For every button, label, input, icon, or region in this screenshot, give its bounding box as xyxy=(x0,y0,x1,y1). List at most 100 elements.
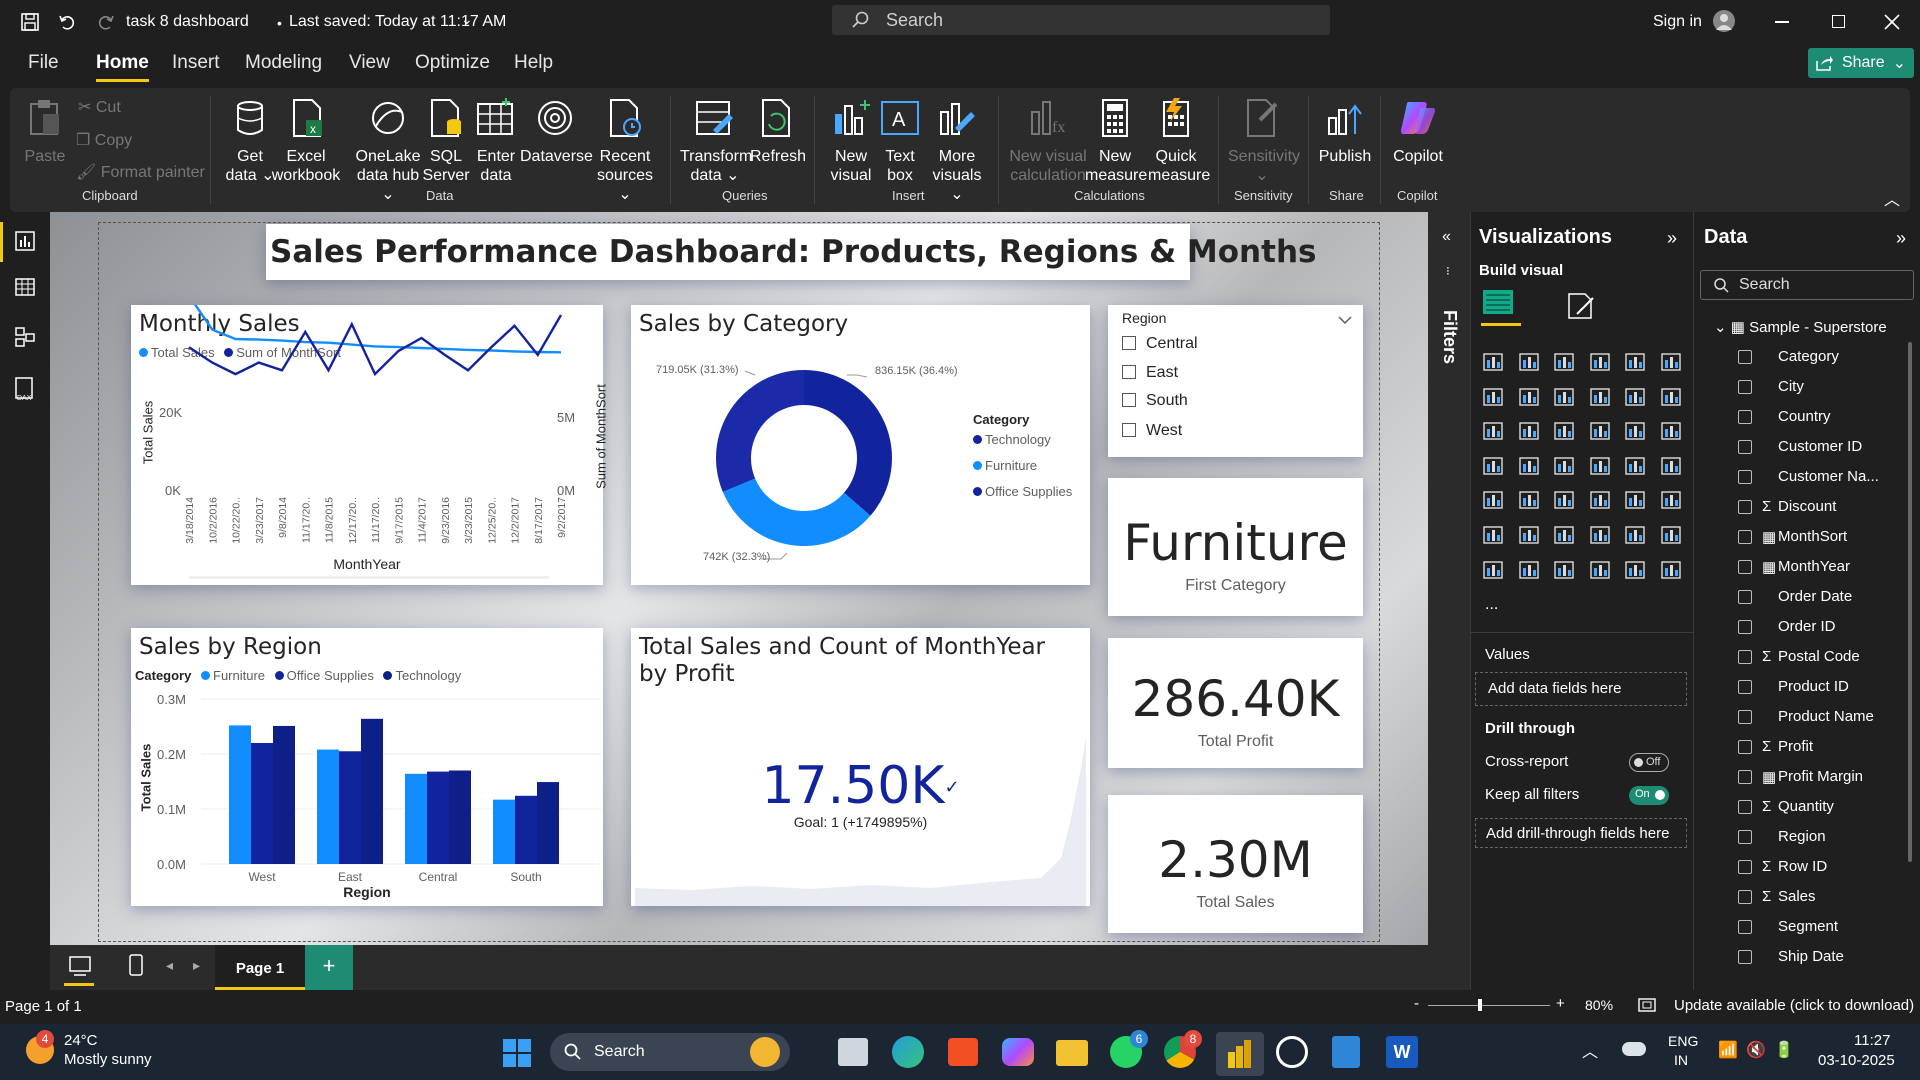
scatter-chart-icon[interactable] xyxy=(1588,419,1612,443)
word-icon[interactable]: W xyxy=(1386,1036,1418,1068)
map-icon[interactable] xyxy=(1517,454,1541,478)
minimize-icon[interactable] xyxy=(1775,21,1789,23)
zoom-slider-track[interactable] xyxy=(1428,1005,1550,1006)
dataverse-button[interactable]: Dataverse xyxy=(520,98,593,166)
azure-map-icon[interactable] xyxy=(1588,454,1612,478)
more-visuals-button[interactable]: More visuals ⌄ xyxy=(926,98,988,204)
checkbox[interactable] xyxy=(1738,680,1752,694)
field-item[interactable]: Σ Row ID xyxy=(1738,858,1908,880)
edge-icon[interactable] xyxy=(892,1036,924,1068)
checkbox[interactable] xyxy=(1122,336,1136,350)
slicer-option[interactable]: Central xyxy=(1122,335,1198,353)
menu-insert[interactable]: Insert xyxy=(172,52,220,74)
file-explorer-icon[interactable] xyxy=(1056,1040,1088,1066)
checkbox[interactable] xyxy=(1738,410,1752,424)
field-item[interactable]: Order ID xyxy=(1738,618,1908,640)
multi-row-card-icon[interactable] xyxy=(1481,488,1505,512)
field-item[interactable]: Customer Na... xyxy=(1738,468,1908,490)
checkbox[interactable] xyxy=(1738,620,1752,634)
format-visual-icon[interactable] xyxy=(1565,290,1597,322)
monthly-sales-visual[interactable]: Monthly Sales Total Sales Sum of MonthSo… xyxy=(131,305,609,585)
fabric-icon[interactable] xyxy=(1623,558,1647,582)
field-item[interactable]: Segment xyxy=(1738,918,1908,940)
filled-map-icon[interactable] xyxy=(1552,454,1576,478)
transform-data-button[interactable]: Transform data ⌄ xyxy=(680,98,752,185)
menu-modeling[interactable]: Modeling xyxy=(245,52,322,74)
checkbox[interactable] xyxy=(1738,530,1752,544)
field-item[interactable]: Customer ID xyxy=(1738,438,1908,460)
clustered-column-chart-icon[interactable] xyxy=(1588,350,1612,374)
save-icon[interactable] xyxy=(18,10,42,34)
decomposition-tree-icon[interactable] xyxy=(1552,523,1576,547)
checkbox[interactable] xyxy=(1738,770,1752,784)
collapse-ribbon-icon[interactable]: ︿ xyxy=(1884,186,1900,210)
cut-button[interactable]: ✂ Cut xyxy=(78,98,121,117)
power-bi-taskbar-item[interactable] xyxy=(1216,1032,1264,1076)
share-button[interactable]: Share ⌄ xyxy=(1808,48,1914,78)
100-area-chart-icon[interactable] xyxy=(1588,385,1612,409)
wifi-icon[interactable]: 📶 xyxy=(1718,1040,1738,1060)
power-automate-icon[interactable] xyxy=(1552,558,1576,582)
field-item[interactable]: Σ Discount xyxy=(1738,498,1908,520)
language-code[interactable]: ENG xyxy=(1668,1033,1698,1049)
scroll-right-icon[interactable]: ▸ xyxy=(193,957,200,974)
checkbox[interactable] xyxy=(1122,423,1136,437)
redo-icon[interactable] xyxy=(94,10,118,34)
kpi-icon[interactable] xyxy=(1517,488,1541,512)
values-drop-zone[interactable]: Add data fields here xyxy=(1475,672,1687,706)
kpi-visual[interactable]: Total Sales and Count of MonthYear by Pr… xyxy=(631,628,1090,906)
total-profit-card[interactable]: 286.40K Total Profit xyxy=(1108,638,1363,768)
format-painter-button[interactable]: 🖌 Format painter xyxy=(76,163,205,182)
checkbox[interactable] xyxy=(1738,380,1752,394)
area-chart-icon[interactable] xyxy=(1517,385,1541,409)
waterfall-chart-icon[interactable] xyxy=(1517,419,1541,443)
report-view-icon[interactable] xyxy=(14,230,36,252)
field-item[interactable]: ▦ MonthSort xyxy=(1738,528,1908,550)
narrative-icon[interactable] xyxy=(1623,523,1647,547)
battery-icon[interactable]: 🔋 xyxy=(1774,1040,1794,1060)
arcgis-icon[interactable] xyxy=(1588,558,1612,582)
paste-button[interactable]: Paste xyxy=(20,98,70,166)
ribbon-chart-icon[interactable] xyxy=(1481,419,1505,443)
filters-label[interactable]: Filters xyxy=(1439,310,1460,364)
checkbox[interactable] xyxy=(1738,470,1752,484)
pie-chart-icon[interactable] xyxy=(1623,419,1647,443)
expand-icon[interactable]: » xyxy=(1896,228,1906,249)
model-view-icon[interactable] xyxy=(14,326,36,348)
field-item[interactable]: Order Date xyxy=(1738,588,1908,610)
checkbox[interactable] xyxy=(1738,710,1752,724)
paginated-report-icon[interactable] xyxy=(1481,558,1505,582)
checkbox[interactable] xyxy=(1738,650,1752,664)
more-options-icon[interactable]: ⁝ xyxy=(1446,264,1450,278)
microsoft-store-icon[interactable] xyxy=(948,1038,978,1066)
scrollbar[interactable] xyxy=(1908,342,1912,862)
quick-measure-button[interactable]: Quick measure xyxy=(1148,98,1210,185)
donut-chart-icon[interactable] xyxy=(1659,419,1683,443)
zoom-out-icon[interactable]: - xyxy=(1414,995,1419,1012)
treemap-icon[interactable] xyxy=(1481,454,1505,478)
build-visual-tab[interactable] xyxy=(1481,286,1521,326)
more-visuals-ellipsis[interactable]: ... xyxy=(1485,596,1498,614)
field-item[interactable]: Ship Date xyxy=(1738,948,1908,970)
stacked-area-chart-icon[interactable] xyxy=(1552,385,1576,409)
datamart-icon[interactable] xyxy=(1659,558,1683,582)
table-node[interactable]: ⌄ ▦ Sample - Superstore xyxy=(1714,318,1887,336)
line-column-chart-icon[interactable] xyxy=(1623,385,1647,409)
taskbar-search[interactable]: Search xyxy=(550,1033,790,1071)
checkbox[interactable] xyxy=(1738,590,1752,604)
keep-filters-toggle[interactable]: On xyxy=(1629,786,1669,805)
sales-by-region-visual[interactable]: Sales by Region Category Furniture Offic… xyxy=(131,628,603,906)
slicer-option[interactable]: West xyxy=(1122,422,1182,440)
notepad-icon[interactable] xyxy=(1332,1036,1360,1068)
stacked-bar-chart-icon[interactable] xyxy=(1481,350,1505,374)
expand-icon[interactable]: » xyxy=(1667,228,1677,249)
field-item[interactable]: ▦ Profit Margin xyxy=(1738,768,1908,790)
drill-through-drop-zone[interactable]: Add drill-through fields here xyxy=(1475,818,1687,848)
task-view-icon[interactable] xyxy=(838,1038,868,1066)
checkbox[interactable] xyxy=(1738,350,1752,364)
checkbox[interactable] xyxy=(1122,365,1136,379)
language-region[interactable]: IN xyxy=(1674,1052,1688,1068)
zoom-slider-knob[interactable] xyxy=(1477,999,1482,1011)
text-box-button[interactable]: A Text box xyxy=(880,98,920,185)
collapse-icon[interactable]: « xyxy=(1442,228,1451,246)
